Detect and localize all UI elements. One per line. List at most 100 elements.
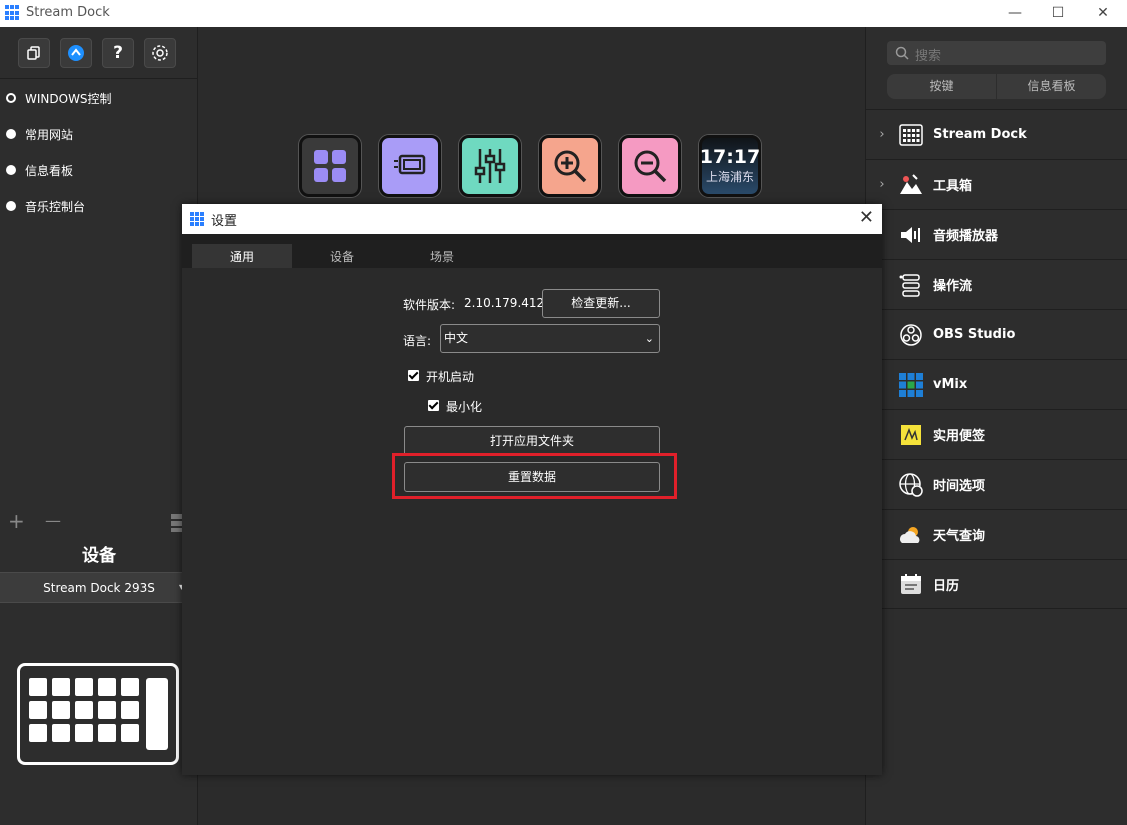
app-store-icon: [68, 45, 84, 61]
plugin-name: 日历: [933, 578, 960, 594]
plugin-calendar[interactable]: 日历: [866, 559, 1127, 609]
search-placeholder: 搜索: [915, 49, 942, 64]
left-sidebar: ? WINDOWS控制 常用网站 信息看板 音乐控制台 + — 设备 Strea…: [0, 27, 198, 825]
search-icon: [895, 46, 909, 60]
tab-device[interactable]: 设备: [292, 244, 392, 268]
minimize-label: 最小化: [446, 400, 483, 414]
dialog-title: 设置: [211, 214, 238, 229]
plugin-name: vMix: [933, 377, 968, 392]
chevron-right-icon: ›: [879, 127, 885, 142]
key-clock[interactable]: 17:17 上海浦东: [699, 135, 761, 197]
minimize-checkbox[interactable]: [428, 400, 439, 411]
clock-location: 上海浦东: [705, 170, 754, 184]
plugin-name: Stream Dock: [933, 127, 1027, 142]
plugin-time-options[interactable]: 时间选项: [866, 459, 1127, 509]
profile-label: WINDOWS控制: [25, 91, 112, 106]
autostart-checkbox[interactable]: [408, 370, 419, 381]
clock-time: 17:17: [699, 146, 761, 168]
tab-general[interactable]: 通用: [192, 244, 292, 268]
plugin-name: OBS Studio: [933, 327, 1016, 342]
plugin-workflow[interactable]: 操作流: [866, 259, 1127, 309]
plugin-sticky-note[interactable]: 实用便签: [866, 409, 1127, 459]
title-bar: Stream Dock — ☐ ✕: [0, 0, 1127, 27]
device-preview: [17, 663, 179, 765]
language-value: 中文: [444, 331, 469, 345]
keypad-icon: [898, 122, 924, 148]
key-windows[interactable]: [299, 135, 361, 197]
tab-keys[interactable]: 按键: [887, 74, 996, 99]
dialog-title-bar: 设置 ✕: [182, 204, 882, 234]
profile-item-dashboard[interactable]: 信息看板: [0, 152, 198, 188]
dialog-close-button[interactable]: ✕: [859, 207, 874, 228]
plugin-panel: 搜索 按键 信息看板 › Stream Dock › 工具箱 音频播放器 操作流: [865, 27, 1127, 825]
minimize-button[interactable]: —: [995, 0, 1035, 27]
obs-icon: [898, 322, 924, 348]
check-update-button[interactable]: 检查更新...: [542, 289, 660, 318]
open-folder-button[interactable]: 打开应用文件夹: [404, 426, 660, 456]
chevron-right-icon: ›: [879, 177, 885, 192]
zoom-out-icon: [634, 150, 667, 183]
key-zoom-in[interactable]: [539, 135, 601, 197]
plugin-audio-player[interactable]: 音频播放器: [866, 209, 1127, 259]
window-title: Stream Dock: [26, 5, 110, 20]
key-zoom-out[interactable]: [619, 135, 681, 197]
profile-item-music[interactable]: 音乐控制台: [0, 188, 198, 224]
selected-radio-icon: [6, 93, 16, 103]
device-keys: [29, 678, 139, 742]
maximize-button[interactable]: ☐: [1038, 0, 1078, 27]
tab-dashboard[interactable]: 信息看板: [997, 74, 1106, 99]
device-section-title: 设备: [82, 546, 116, 566]
plugin-name: 时间选项: [933, 479, 986, 494]
vmix-icon: [898, 372, 924, 398]
settings-button[interactable]: [144, 38, 176, 68]
remove-profile-button[interactable]: —: [45, 511, 61, 530]
dialog-tabs: 通用 设备 场景: [182, 234, 882, 268]
plugin-obs-studio[interactable]: OBS Studio: [866, 309, 1127, 359]
key-screen[interactable]: [379, 135, 441, 197]
plugin-name: 操作流: [933, 279, 973, 294]
search-box[interactable]: 搜索: [887, 41, 1106, 65]
version-value: 2.10.179.412: [464, 296, 545, 310]
plugin-stream-dock[interactable]: › Stream Dock: [866, 109, 1127, 159]
toolbox-icon: [898, 172, 924, 198]
profile-item-websites[interactable]: 常用网站: [0, 116, 198, 152]
profile-item-windows[interactable]: WINDOWS控制: [0, 80, 198, 116]
tab-scene[interactable]: 场景: [392, 244, 492, 268]
app-logo-icon: [5, 5, 21, 21]
copy-profile-button[interactable]: [18, 38, 50, 68]
plugin-toolbox[interactable]: › 工具箱: [866, 159, 1127, 209]
add-profile-button[interactable]: +: [8, 509, 25, 533]
key-mixer[interactable]: [459, 135, 521, 197]
workflow-icon: [898, 272, 924, 298]
store-button[interactable]: [60, 38, 92, 68]
plugin-weather[interactable]: 天气查询: [866, 509, 1127, 559]
device-touchbar: [146, 678, 168, 750]
help-button[interactable]: ?: [102, 38, 134, 68]
plugin-name: 音频播放器: [933, 229, 999, 244]
plugin-vmix[interactable]: vMix: [866, 359, 1127, 409]
calendar-icon: [898, 571, 924, 597]
zoom-in-icon: [554, 150, 587, 183]
settings-dialog: 设置 ✕ 通用 设备 场景 软件版本: 2.10.179.412 检查更新...…: [182, 204, 882, 775]
help-icon: ?: [113, 43, 123, 63]
copy-icon: [27, 46, 40, 60]
profile-label: 信息看板: [25, 163, 74, 178]
highlight-box: [392, 453, 677, 499]
profile-actions: + —: [0, 505, 198, 537]
plugin-name: 工具箱: [933, 179, 973, 194]
grid-icon: [314, 150, 346, 182]
mixer-icon: [474, 149, 506, 183]
screen-icon: [394, 154, 426, 175]
plugin-name: 实用便签: [933, 429, 986, 444]
language-label: 语言:: [403, 334, 432, 348]
version-label: 软件版本:: [403, 298, 456, 312]
window-close-button[interactable]: ✕: [1083, 0, 1123, 27]
profile-label: 常用网站: [25, 127, 74, 142]
app-logo-icon: [190, 212, 204, 226]
language-select[interactable]: 中文 ⌄: [440, 324, 660, 353]
device-name: Stream Dock 293S: [43, 581, 155, 595]
globe-clock-icon: [898, 472, 924, 498]
gear-icon: [152, 45, 168, 61]
radio-icon: [6, 165, 16, 175]
device-selector[interactable]: Stream Dock 293S ▾: [0, 572, 198, 603]
